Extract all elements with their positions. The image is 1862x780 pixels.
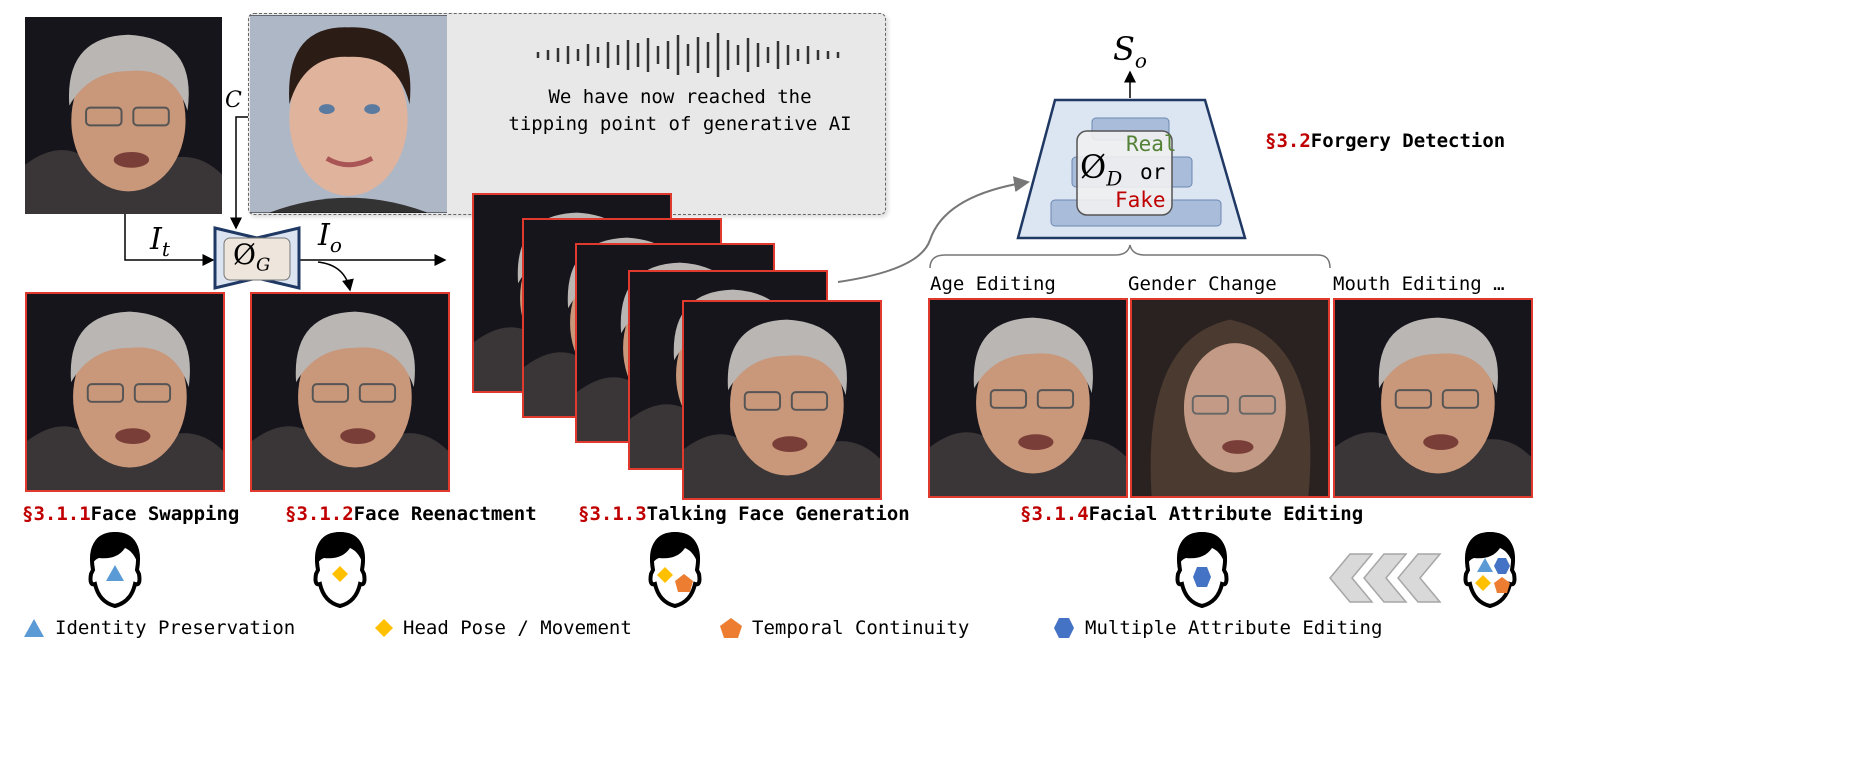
hexagon-icon (1054, 618, 1074, 638)
legend-multiple: Multiple Attribute Editing (1085, 617, 1383, 639)
head-icon-temporal (648, 530, 702, 608)
head-icon-combined (1463, 530, 1517, 608)
head-icons (24, 530, 1517, 638)
pentagon-icon (720, 618, 742, 638)
diamond-icon (375, 619, 393, 637)
head-icon-pose (313, 530, 367, 608)
legend-pose: Head Pose / Movement (403, 617, 632, 639)
legend-temporal: Temporal Continuity (752, 617, 970, 639)
legend-identity: Identity Preservation (55, 617, 296, 639)
deepfake-taxonomy-diagram: We have now reached the tipping point of… (0, 0, 1862, 780)
head-icon-identity (88, 530, 142, 608)
triangle-icon (24, 619, 44, 637)
head-icon-multiple (1175, 530, 1229, 608)
